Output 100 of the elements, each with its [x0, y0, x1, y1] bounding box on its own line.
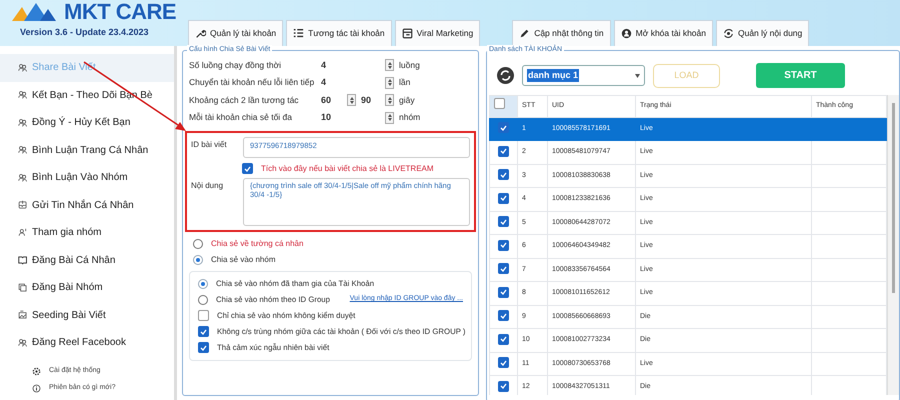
unit-label: lần [398, 76, 412, 90]
header-cell[interactable] [490, 95, 518, 117]
checkmark-icon [244, 166, 251, 172]
caret-icon [635, 74, 640, 78]
checkbox[interactable] [198, 342, 209, 353]
tab[interactable]: Quản lý tài khoản [188, 20, 284, 46]
sidebar-item[interactable]: Đăng Bài Cá Nhân [0, 246, 174, 274]
person-icon [18, 228, 28, 238]
person-circle-icon [620, 28, 632, 39]
radio-button[interactable] [198, 294, 208, 304]
checkbox[interactable] [498, 192, 509, 204]
version-label: Version 3.6 - Update 23.4.2023 [20, 26, 150, 39]
setting-label: Số luồng chạy đồng thời [189, 58, 282, 72]
checkmark-icon [500, 242, 507, 248]
number-field[interactable]: 90 [357, 94, 385, 107]
copy-icon [18, 282, 28, 293]
checkmark-icon [200, 328, 207, 334]
radio-label: Chia sẻ vào nhóm [211, 254, 276, 266]
wrench-icon [195, 28, 206, 39]
number-field[interactable]: 4 [317, 58, 385, 72]
tab[interactable]: Mở khóa tài khoản [614, 20, 713, 46]
inbox-icon [18, 200, 28, 210]
sidebar-item[interactable]: Đăng Reel Facebook [0, 329, 174, 356]
checkmark-icon [500, 195, 507, 202]
checkbox[interactable] [498, 286, 509, 298]
checkbox[interactable] [498, 146, 509, 157]
sidebar-item[interactable]: Đăng Bài Nhóm [0, 274, 174, 302]
checkbox[interactable] [494, 98, 505, 110]
checkbox[interactable] [498, 310, 509, 322]
radio-label: Chia sẻ về tường cá nhân [211, 238, 304, 250]
checkbox[interactable] [198, 326, 209, 337]
checkbox[interactable] [498, 216, 509, 228]
unit-label: giây [398, 94, 416, 107]
category-dropdown[interactable]: danh mục 1 [522, 65, 645, 86]
checkmark-icon [500, 336, 507, 342]
scrollbar[interactable] [887, 94, 899, 394]
sidebar-item[interactable]: Gửi Tin Nhắn Cá Nhân [0, 192, 174, 219]
sidebar-item[interactable]: Bình Luận Vào Nhóm [0, 164, 174, 192]
checkbox[interactable] [498, 380, 509, 392]
checkmark-icon [500, 218, 507, 225]
gear-icon [32, 366, 41, 376]
tab[interactable]: Viral Marketing [394, 20, 480, 46]
checkmark-icon [500, 124, 507, 131]
eye-cycle-icon [722, 28, 734, 39]
list-icon [293, 28, 304, 39]
radio-button[interactable] [193, 254, 203, 264]
calendar-icon [402, 28, 413, 39]
spin-button[interactable] [385, 112, 394, 124]
field-label: Nội dung [191, 180, 224, 192]
setting-label: Mỗi tài khoản chia sẻ tối đa [189, 111, 294, 124]
sidebar-item[interactable]: Tham gia nhóm [0, 219, 174, 246]
unit-label: nhóm [398, 111, 422, 124]
checkmark-icon [200, 344, 207, 350]
checkbox[interactable] [498, 263, 509, 274]
unit-label: luồng [398, 58, 421, 72]
setting-label: Chuyển tài khoản nếu lỗi liên tiếp [189, 76, 316, 90]
checkbox[interactable] [498, 334, 509, 345]
refresh-icon[interactable] [497, 67, 514, 84]
app-title: MKT CARE [64, 0, 176, 24]
checkbox[interactable] [242, 163, 253, 174]
tab[interactable]: Cập nhật thông tin [512, 20, 611, 46]
people-icon [18, 62, 28, 73]
checkmark-icon [500, 360, 507, 366]
tab[interactable]: Quản lý nội dung [716, 20, 810, 46]
checkmark-icon [500, 266, 507, 272]
people-icon [18, 90, 28, 100]
checkbox[interactable] [198, 310, 209, 321]
checkmark-icon [500, 383, 507, 390]
number-field[interactable]: 10 [317, 111, 385, 124]
checkbox[interactable] [498, 240, 509, 251]
checkbox-label: Tích vào đây nếu bài viết chia sẻ là LIVETREAM [261, 162, 434, 174]
pencil-icon [519, 28, 530, 39]
sidebar-item[interactable]: Bình Luận Trang Cá Nhân [0, 136, 174, 164]
book-icon [18, 255, 28, 266]
spin-button[interactable] [385, 59, 394, 72]
spin-button[interactable] [385, 94, 394, 106]
checkmark-icon [500, 172, 507, 178]
radio-button[interactable] [198, 278, 208, 288]
people-icon [18, 338, 28, 348]
number-field[interactable]: 60 [317, 94, 347, 107]
checkmark-icon [500, 312, 507, 319]
spin-button[interactable] [385, 76, 394, 89]
checkbox[interactable] [498, 357, 509, 368]
people-icon [18, 145, 28, 156]
radio-button[interactable] [193, 238, 203, 248]
spin-button[interactable] [347, 94, 356, 106]
image-icon [18, 310, 28, 320]
checkmark-icon [500, 148, 507, 154]
setting-label: Khoảng cách 2 lần tương tác [189, 94, 300, 107]
tab[interactable]: Tương tác tài khoản [286, 20, 392, 46]
info-icon [32, 384, 41, 392]
checkbox[interactable] [498, 122, 509, 134]
people-icon [18, 118, 28, 128]
people-icon [18, 172, 28, 183]
field-label: ID bài viết [191, 138, 228, 150]
sidebar-item[interactable]: Đồng Ý - Hủy Kết Bạn [0, 109, 174, 136]
checkbox[interactable] [498, 169, 509, 180]
sidebar-item[interactable]: Seeding Bài Viết [0, 302, 174, 329]
number-field[interactable]: 4 [317, 76, 385, 90]
checkmark-icon [500, 289, 507, 296]
